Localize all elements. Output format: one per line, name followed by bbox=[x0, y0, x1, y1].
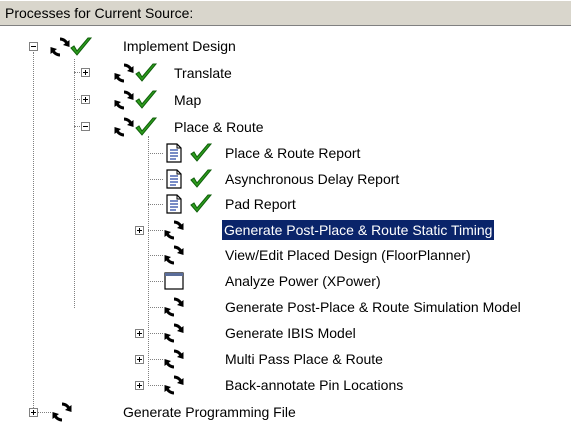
tree-item-label[interactable]: Asynchronous Delay Report bbox=[223, 169, 401, 189]
window-icon bbox=[163, 270, 185, 292]
refresh-icon bbox=[113, 62, 135, 84]
checkmark-icon bbox=[134, 116, 158, 138]
tree-connector bbox=[148, 230, 163, 231]
tree-connector bbox=[74, 59, 75, 308]
tree-connector bbox=[148, 179, 163, 180]
collapse-toggle[interactable] bbox=[81, 122, 90, 131]
tree-item-label-selected[interactable]: Generate Post-Place & Route Static Timin… bbox=[220, 219, 496, 241]
checkmark-icon bbox=[134, 89, 158, 111]
tree-item-label[interactable]: Map bbox=[172, 90, 203, 110]
tree-item-label[interactable]: Generate IBIS Model bbox=[223, 323, 358, 343]
tree-item-label[interactable]: Back-annotate Pin Locations bbox=[223, 375, 405, 395]
tree-connector bbox=[33, 52, 34, 412]
refresh-icon bbox=[51, 401, 73, 423]
checkmark-icon bbox=[69, 36, 93, 58]
tree-item-label[interactable]: Translate bbox=[172, 63, 234, 83]
refresh-icon bbox=[113, 116, 135, 138]
refresh-icon bbox=[163, 244, 185, 266]
tree-item-label[interactable]: Generate Post-Place & Route Simulation M… bbox=[223, 297, 523, 317]
tree-item-label[interactable]: Pad Report bbox=[223, 194, 298, 214]
tree-connector bbox=[148, 136, 149, 386]
tree-connector bbox=[148, 385, 163, 386]
expand-toggle[interactable] bbox=[81, 68, 90, 77]
tree-connector bbox=[148, 333, 163, 334]
refresh-icon bbox=[163, 219, 185, 241]
process-tree[interactable]: Implement Design Translate Map Place & R… bbox=[0, 26, 571, 443]
expand-toggle[interactable] bbox=[135, 355, 144, 364]
tree-item-label[interactable]: Generate Programming File bbox=[121, 402, 298, 422]
refresh-icon bbox=[163, 348, 185, 370]
report-document-icon bbox=[163, 142, 185, 164]
refresh-icon bbox=[163, 374, 185, 396]
refresh-icon bbox=[163, 296, 185, 318]
report-document-icon bbox=[163, 193, 185, 215]
tree-item-label[interactable]: Implement Design bbox=[121, 36, 238, 56]
collapse-toggle[interactable] bbox=[29, 42, 38, 51]
tree-connector bbox=[148, 153, 163, 154]
expand-toggle[interactable] bbox=[135, 226, 144, 235]
expand-toggle[interactable] bbox=[81, 95, 90, 104]
checkmark-icon bbox=[189, 193, 213, 215]
processes-panel: Processes for Current Source: Implement … bbox=[0, 0, 571, 443]
panel-title: Processes for Current Source: bbox=[5, 5, 194, 21]
tree-connector bbox=[148, 359, 163, 360]
checkmark-icon bbox=[189, 168, 213, 190]
refresh-icon bbox=[113, 89, 135, 111]
report-document-icon bbox=[163, 168, 185, 190]
checkmark-icon bbox=[189, 142, 213, 164]
tree-connector bbox=[148, 281, 163, 282]
tree-connector bbox=[148, 255, 163, 256]
tree-connector bbox=[148, 307, 163, 308]
refresh-icon bbox=[49, 36, 71, 58]
tree-connector bbox=[148, 204, 163, 205]
checkmark-icon bbox=[134, 62, 158, 84]
tree-item-label[interactable]: View/Edit Placed Design (FloorPlanner) bbox=[223, 245, 473, 265]
refresh-icon bbox=[163, 322, 185, 344]
expand-toggle[interactable] bbox=[29, 408, 38, 417]
panel-header: Processes for Current Source: bbox=[0, 0, 571, 26]
tree-item-label[interactable]: Place & Route bbox=[172, 117, 266, 137]
tree-item-label[interactable]: Analyze Power (XPower) bbox=[223, 271, 383, 291]
tree-item-label[interactable]: Multi Pass Place & Route bbox=[223, 349, 385, 369]
tree-item-label[interactable]: Place & Route Report bbox=[223, 143, 362, 163]
expand-toggle[interactable] bbox=[135, 329, 144, 338]
expand-toggle[interactable] bbox=[135, 381, 144, 390]
